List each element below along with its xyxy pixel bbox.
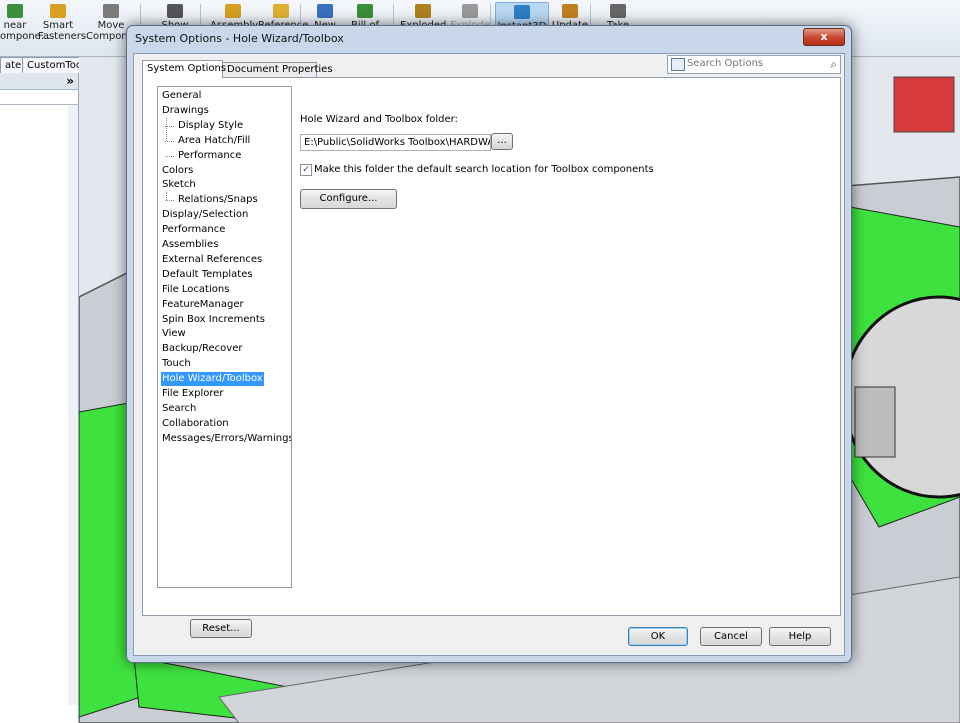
move-component-icon (103, 4, 119, 18)
red-actuator (893, 76, 955, 133)
take-snapshot-icon (610, 4, 626, 18)
ribbon-button-near-ompone[interactable]: near ompone... (0, 2, 50, 52)
toolbox-folder-field[interactable]: E:\Public\SolidWorks Toolbox\HARDWARE\ (300, 134, 491, 151)
tab-assembly-partial[interactable]: ate (0, 57, 23, 73)
tree-item-display-style[interactable]: Display Style (164, 119, 244, 133)
expand-panel-icon[interactable]: » (66, 74, 74, 88)
dialog-titlebar[interactable]: System Options - Hole Wizard/Toolbox x (127, 26, 851, 53)
tree-item-search[interactable]: Search (161, 402, 197, 416)
tab-document-properties[interactable]: Document Properties (222, 62, 333, 77)
browse-folder-button[interactable]: ... (491, 133, 513, 150)
reset-button[interactable]: Reset... (190, 619, 252, 638)
featuremanager-filter[interactable] (0, 90, 78, 105)
tree-connector-line (166, 192, 167, 201)
tree-item-external-references[interactable]: External References (161, 253, 263, 267)
explode-line-sketch-icon (462, 4, 478, 18)
ribbon-button-label: Smart Fasteners (38, 20, 87, 42)
bill-of-materials-icon (357, 4, 373, 18)
close-button[interactable]: x (803, 28, 845, 46)
tree-item-collaboration[interactable]: Collaboration (161, 417, 230, 431)
assembly-features-icon (225, 4, 241, 18)
instant3d-icon (514, 5, 530, 19)
tree-item-performance[interactable]: Performance (164, 149, 242, 163)
options-tree[interactable]: General Drawings Display Style Area Hatch/F… (157, 86, 292, 588)
folder-label: Hole Wizard and Toolbox folder: (300, 114, 458, 125)
featuremanager-header: » (0, 73, 78, 90)
options-list-icon (671, 58, 685, 71)
smart-fasteners-icon (50, 4, 66, 18)
tree-item-display-selection[interactable]: Display/Selection (161, 208, 249, 222)
ribbon-button-smart-fasteners[interactable]: Smart Fasteners (38, 2, 86, 52)
tree-item-relations-snaps[interactable]: Relations/Snaps (165, 193, 259, 207)
dialog-title: System Options - Hole Wizard/Toolbox (135, 32, 344, 45)
exploded-view-icon (415, 4, 431, 18)
tree-item-featuremanager[interactable]: FeatureManager (161, 298, 245, 312)
tree-item-area-hatch-fill[interactable]: Area Hatch/Fill (164, 134, 251, 148)
close-icon: x (820, 30, 828, 43)
tree-item-backup-recover[interactable]: Backup/Recover (161, 342, 243, 356)
search-options-box[interactable]: ⌕ (667, 55, 841, 74)
tree-item-file-explorer[interactable]: File Explorer (161, 387, 225, 401)
linear-pattern-icon (7, 4, 23, 18)
update-icon (562, 4, 578, 18)
search-icon[interactable]: ⌕ (830, 57, 837, 72)
tree-item-default-templates[interactable]: Default Templates (161, 268, 254, 282)
tree-item-colors[interactable]: Colors (161, 164, 194, 178)
help-button[interactable]: Help (769, 627, 831, 646)
show-hidden-icon (167, 4, 183, 18)
ok-button[interactable]: OK (628, 627, 688, 646)
configure-button[interactable]: Configure... (300, 189, 397, 209)
system-options-dialog: System Options - Hole Wizard/Toolbox x S… (126, 25, 852, 663)
tree-item-messages-errors-warnings[interactable]: Messages/Errors/Warnings (161, 432, 291, 446)
tree-item-touch[interactable]: Touch (161, 357, 192, 371)
featuremanager-panel: » (0, 73, 79, 723)
tree-item-spin-box-increments[interactable]: Spin Box Increments (161, 313, 266, 327)
system-options-page: General Drawings Display Style Area Hatch/F… (142, 77, 841, 616)
tab-system-options[interactable]: System Options (142, 60, 226, 78)
tree-item-hole-wizard-toolbox[interactable]: Hole Wizard/Toolbox (161, 372, 264, 387)
tree-item-file-locations[interactable]: File Locations (161, 283, 230, 297)
default-search-checkbox[interactable]: ✓ (300, 164, 312, 176)
featuremanager-scrollbar[interactable] (68, 105, 78, 705)
cancel-button[interactable]: Cancel (700, 627, 762, 646)
tree-item-performance[interactable]: Performance (161, 223, 226, 237)
search-options-input[interactable] (687, 57, 817, 70)
dialog-client-area: System Options Document Properties ⌕ Gen… (133, 53, 845, 656)
reference-geometry-icon (273, 4, 289, 18)
tree-item-assemblies[interactable]: Assemblies (161, 238, 219, 252)
tree-item-sketch[interactable]: Sketch (161, 178, 197, 192)
tree-item-general[interactable]: General (161, 89, 202, 103)
tree-item-view[interactable]: View (161, 327, 187, 341)
new-motion-study-icon (317, 4, 333, 18)
mesh-panel (854, 386, 896, 458)
default-search-checkbox-label: Make this folder the default search loca… (314, 164, 654, 175)
tree-item-drawings[interactable]: Drawings (161, 104, 210, 118)
tree-connector-line (166, 117, 167, 141)
